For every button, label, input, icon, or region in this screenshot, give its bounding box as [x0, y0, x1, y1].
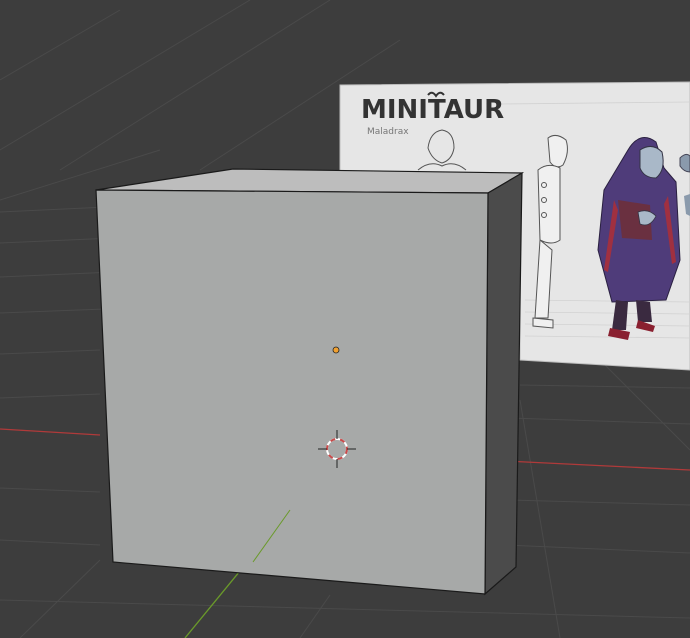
reference-logo: MINITAUR: [361, 95, 504, 125]
cube-front-face: [95, 189, 489, 595]
default-cube[interactable]: [95, 168, 525, 596]
character-name: Maladrax: [367, 127, 409, 137]
cube-side-face: [484, 171, 523, 596]
cube-top-face: [95, 168, 525, 194]
3d-viewport[interactable]: MINITAUR Maladrax: [0, 0, 690, 638]
object-origin-dot[interactable]: [332, 346, 340, 354]
viewport-canvas[interactable]: MINITAUR Maladrax: [0, 0, 690, 638]
